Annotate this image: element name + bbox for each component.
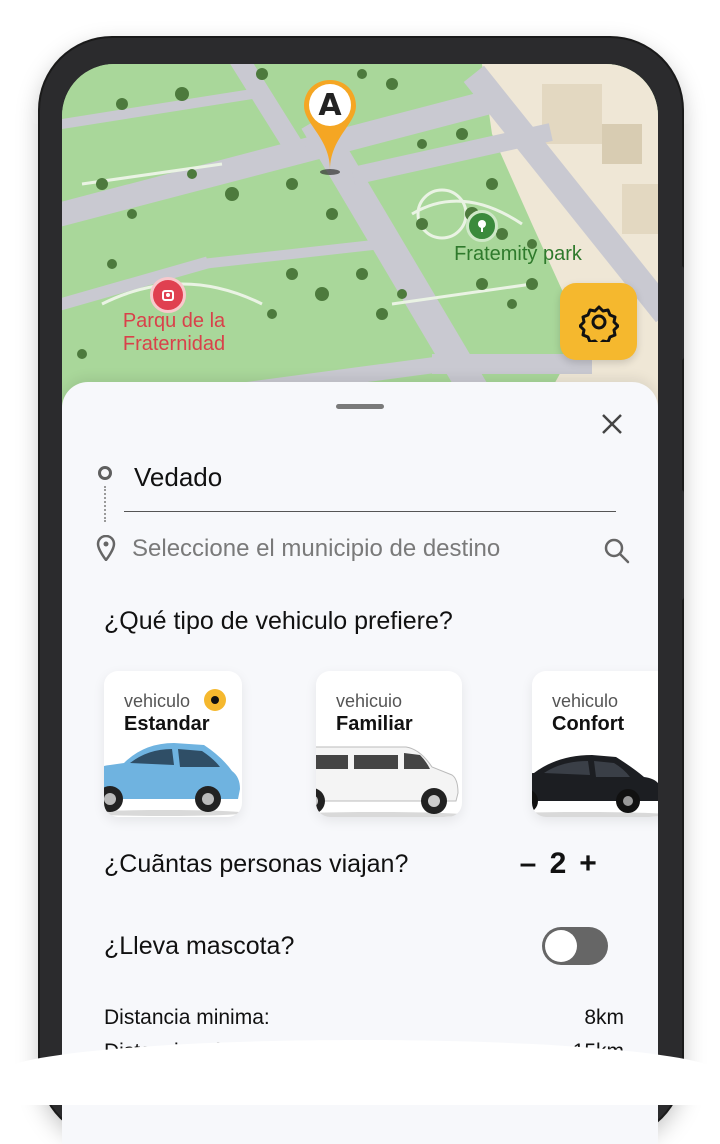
settings-button[interactable] xyxy=(560,283,637,360)
sheet-drag-handle[interactable] xyxy=(336,404,384,409)
vehicle-card-type: vehicuio xyxy=(336,691,403,711)
origin-circle-icon xyxy=(98,466,112,480)
pin-letter: A xyxy=(318,88,342,123)
phone-side-button xyxy=(678,490,684,600)
trip-bottom-sheet: Vedado ¿Qué tipo de vehiculo prefiere? v… xyxy=(62,382,658,1144)
pet-question: ¿Lleva mascota? xyxy=(104,932,295,960)
location-pin-a[interactable]: A xyxy=(302,78,358,174)
pet-toggle[interactable] xyxy=(542,927,608,965)
close-icon xyxy=(602,414,622,434)
vehicle-selected-radio[interactable] xyxy=(204,689,226,711)
screen: Parqu de la Fraternidad Fratemity park A xyxy=(62,64,658,1144)
vehicle-card-name: Estandar xyxy=(124,713,210,735)
origin-divider xyxy=(124,511,616,512)
close-button[interactable] xyxy=(596,408,628,440)
origin-field[interactable]: Vedado xyxy=(134,462,222,493)
persons-question: ¿Cuãntas personas viajan? xyxy=(104,850,409,878)
decrement-button[interactable]: – xyxy=(516,849,540,879)
bottom-mask xyxy=(0,1040,720,1105)
increment-button[interactable]: + xyxy=(576,849,600,879)
route-dotted-line xyxy=(104,486,106,522)
park-pin-icon[interactable] xyxy=(150,277,186,313)
min-distance-label: Distancia minima: xyxy=(104,1006,270,1029)
persons-count: 2 xyxy=(549,847,567,880)
black-sedan-icon xyxy=(532,755,658,817)
vehicle-card-name: Familiar xyxy=(336,713,413,735)
gear-icon xyxy=(578,305,619,342)
white-van-icon xyxy=(316,746,462,817)
map-view[interactable]: Parqu de la Fraternidad Fratemity park A xyxy=(62,64,658,424)
toggle-knob xyxy=(545,930,577,962)
vehicle-card-name: Confort xyxy=(552,713,625,735)
vehicle-card-type: vehiculo xyxy=(552,691,619,711)
destination-pin-icon xyxy=(96,535,116,561)
vehicle-card-standard[interactable]: vehiculo Estandar xyxy=(104,671,242,817)
destination-input[interactable] xyxy=(132,532,592,566)
vehicle-card-family[interactable]: vehicuio Familiar xyxy=(316,671,462,817)
phone-side-button xyxy=(678,266,684,360)
vehicle-question: ¿Qué tipo de vehiculo prefiere? xyxy=(104,607,453,635)
min-distance-value: 8km xyxy=(584,1006,624,1029)
map-label-parque[interactable]: Parqu de la Fraternidad xyxy=(94,310,254,356)
tree-pin-icon[interactable] xyxy=(466,210,498,242)
map-label-fraternity-park[interactable]: Fratemity park xyxy=(408,243,628,266)
blue-hatchback-car-icon xyxy=(104,743,242,816)
vehicle-card-comfort[interactable]: vehiculo Confort xyxy=(532,671,658,817)
search-icon[interactable] xyxy=(602,536,632,566)
persons-stepper: – 2 + xyxy=(516,844,606,884)
vehicle-card-type: vehiculo xyxy=(124,691,191,711)
